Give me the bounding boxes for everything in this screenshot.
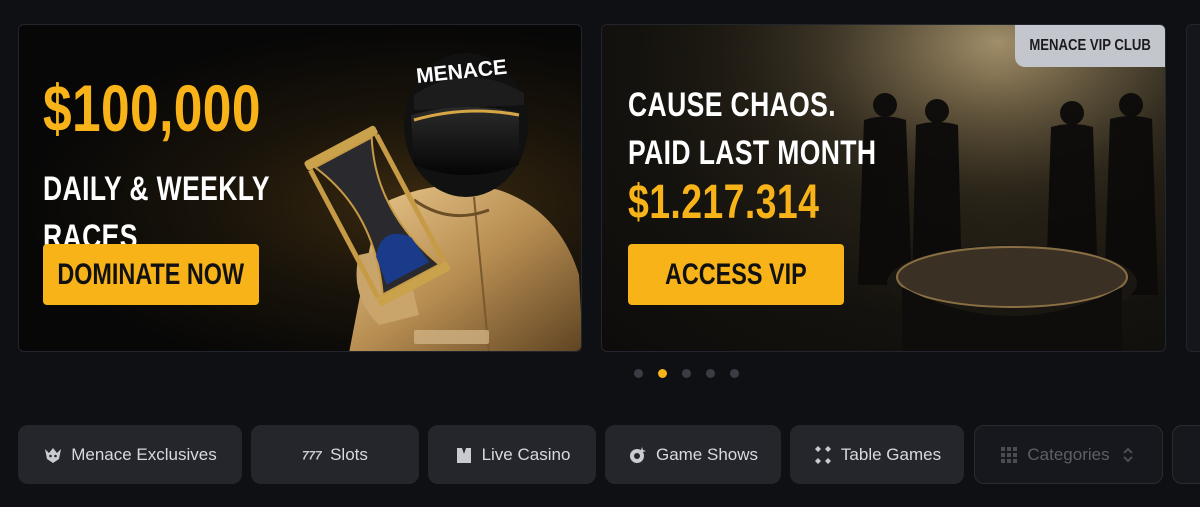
dominate-now-button[interactable]: DOMINATE NOW [43, 244, 259, 305]
vip-banner[interactable]: MENACE VIP CLUB CAUSE CHAOS. PAID LAST M… [601, 24, 1166, 352]
category-table-games[interactable]: Table Games [790, 425, 964, 484]
carousel-dot-active[interactable] [658, 369, 667, 378]
categories-dropdown[interactable]: Categories [974, 425, 1163, 484]
category-label: Menace Exclusives [71, 444, 217, 464]
slots-777-icon: 777 [302, 445, 322, 465]
carousel-dot[interactable] [730, 369, 739, 378]
vip-paid-amount: $1.217.314 [628, 176, 820, 229]
race-subtitle-line1: DAILY & WEEKLY [43, 170, 271, 208]
category-game-shows[interactable]: Game Shows [605, 425, 781, 484]
race-prize-amount: $100,000 [43, 71, 261, 145]
dominate-now-label: DOMINATE NOW [57, 257, 245, 291]
menace-logo-icon [43, 445, 63, 465]
dealer-icon [454, 445, 474, 465]
vip-club-tag-text: MENACE VIP CLUB [1029, 37, 1151, 54]
next-chip-peek[interactable] [1172, 425, 1200, 484]
category-label: Game Shows [655, 444, 759, 464]
categories-dropdown-label: Categories [1027, 444, 1110, 464]
category-menace-exclusives[interactable]: Menace Exclusives [18, 425, 242, 484]
races-banner[interactable]: MENACE $100,000 DAILY & WEEKLY RACES DOM… [18, 24, 582, 352]
game-show-icon [628, 445, 648, 465]
category-label: Live Casino [481, 444, 571, 464]
category-label: Slots [330, 444, 368, 464]
vip-club-tag: MENACE VIP CLUB [1015, 25, 1165, 67]
vip-headline: CAUSE CHAOS. PAID LAST MONTH [628, 81, 876, 177]
vip-headline-line2: PAID LAST MONTH [628, 134, 877, 172]
access-vip-label: ACCESS VIP [665, 257, 807, 291]
carousel-dot[interactable] [706, 369, 715, 378]
svg-text:777: 777 [302, 448, 322, 462]
grid-icon [999, 445, 1019, 465]
carousel-dot[interactable] [634, 369, 643, 378]
next-banner-peek[interactable] [1186, 24, 1200, 352]
carousel-dots [634, 369, 739, 378]
category-live-casino[interactable]: Live Casino [428, 425, 596, 484]
category-slots[interactable]: 777 Slots [251, 425, 419, 484]
dice-icon [813, 445, 833, 465]
access-vip-button[interactable]: ACCESS VIP [628, 244, 844, 305]
vip-headline-line1: CAUSE CHAOS. [628, 86, 837, 124]
category-label: Table Games [840, 444, 942, 464]
carousel-dot[interactable] [682, 369, 691, 378]
chevron-updown-icon [1118, 445, 1138, 465]
